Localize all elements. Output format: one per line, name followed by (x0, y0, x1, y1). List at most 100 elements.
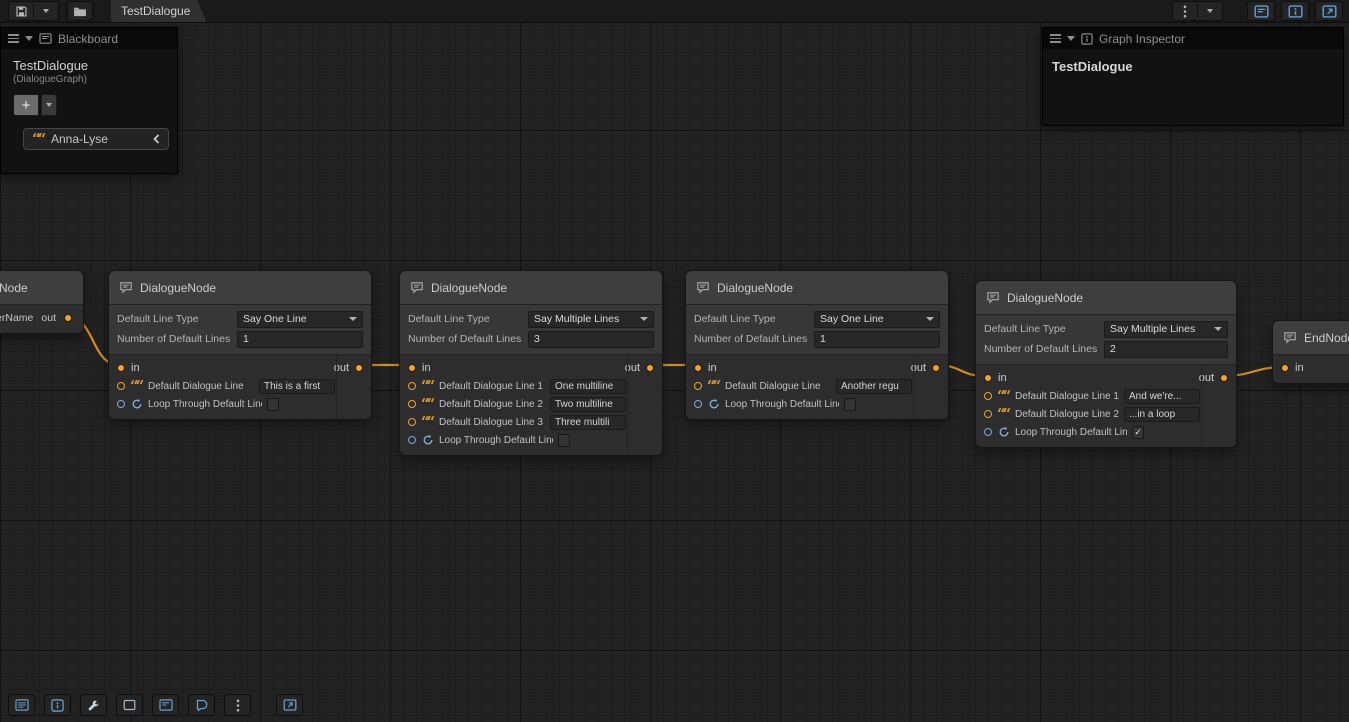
count-input[interactable]: 1 (814, 331, 940, 348)
console-button[interactable] (8, 694, 35, 716)
graph-tab[interactable]: TestDialogue (111, 0, 206, 22)
count-input[interactable]: 2 (1104, 341, 1228, 358)
out-port[interactable] (646, 364, 654, 372)
blackboard-toggle-button[interactable] (1247, 1, 1275, 21)
side-panel-icon (283, 699, 297, 711)
in-port[interactable] (694, 364, 702, 372)
side-panel-button[interactable] (276, 694, 303, 716)
count-label: Number of Default Lines (984, 343, 1104, 355)
loop-port[interactable] (408, 436, 416, 444)
quote-icon (32, 135, 45, 143)
dialogue-button[interactable] (188, 694, 215, 716)
loop-checkbox[interactable] (558, 434, 570, 447)
dialogue-node-1[interactable]: DialogueNode Default Line Type Say One L… (108, 270, 372, 420)
blackboard-button[interactable] (152, 694, 179, 716)
out-port[interactable] (932, 364, 940, 372)
collapse-caret-icon[interactable] (1067, 36, 1075, 41)
graph-inspector-header[interactable]: Graph Inspector (1043, 28, 1343, 49)
out-port[interactable] (64, 314, 72, 322)
dialogue-line-label: Default Dialogue Line 1 (439, 381, 543, 392)
line-type-dropdown[interactable]: Say Multiple Lines (528, 311, 654, 328)
collapse-caret-icon[interactable] (25, 36, 33, 41)
overflow-dropdown-button[interactable] (1198, 3, 1222, 19)
node-properties: Default Line Type Say One Line Number of… (109, 305, 371, 355)
in-port[interactable] (408, 364, 416, 372)
loop-port[interactable] (117, 400, 125, 408)
end-node[interactable]: EndNode in (1272, 320, 1349, 384)
dialogue-line-input[interactable]: And we're... (1124, 389, 1200, 404)
node-title-bar[interactable]: EndNode (1273, 321, 1349, 355)
dialogue-line-input[interactable]: This is a first (259, 379, 335, 394)
loop-icon (997, 426, 1010, 438)
more-button[interactable] (224, 694, 251, 716)
inspector-toggle-button[interactable] (1281, 1, 1309, 21)
dialogue-node-2[interactable]: DialogueNode Default Line Type Say Multi… (399, 270, 663, 456)
save-button[interactable] (9, 3, 33, 19)
loop-checkbox[interactable]: ✓ (1132, 426, 1144, 439)
loop-checkbox[interactable] (267, 398, 279, 411)
loop-label: Loop Through Default Lines? (725, 399, 839, 410)
dialogue-line-input[interactable]: Two multiline (550, 397, 626, 412)
dialogue-node-4[interactable]: DialogueNode Default Line Type Say Multi… (975, 280, 1237, 448)
save-dropdown-button[interactable] (34, 3, 58, 19)
frame-button[interactable] (116, 694, 143, 716)
info-icon (1081, 33, 1093, 45)
node-title-label: Node (0, 281, 28, 295)
node-title-bar[interactable]: DialogueNode (976, 281, 1236, 315)
dialogue-line-input[interactable]: ...in a loop (1124, 407, 1200, 422)
dialogue-line-label: Default Dialogue Line (725, 381, 821, 392)
info-button[interactable] (44, 694, 71, 716)
blackboard-property-anna-lyse[interactable]: Anna-Lyse (23, 128, 169, 150)
expand-panel-button[interactable] (1315, 1, 1343, 21)
panel-menu-icon[interactable] (8, 34, 19, 43)
graph-tab-label: TestDialogue (121, 4, 190, 18)
line-type-value: Say One Line (243, 313, 307, 325)
loop-port[interactable] (694, 400, 702, 408)
dialogue-line-input[interactable]: Another regu (836, 379, 912, 394)
settings-button[interactable] (80, 694, 107, 716)
overflow-menu-button[interactable] (1173, 3, 1197, 19)
checkmark: ✓ (1134, 428, 1142, 437)
line-type-dropdown[interactable]: Say One Line (237, 311, 363, 328)
dropdown-caret-icon (1214, 327, 1222, 331)
in-port[interactable] (1281, 364, 1289, 372)
count-input[interactable]: 1 (237, 331, 363, 348)
dialogue-line-input[interactable]: One multiline (550, 379, 626, 394)
in-port[interactable] (117, 364, 125, 372)
blackboard-icon (39, 33, 52, 44)
add-property-button[interactable]: + (13, 94, 39, 116)
line-type-dropdown[interactable]: Say Multiple Lines (1104, 321, 1228, 338)
dialogue-line-port[interactable] (408, 382, 416, 390)
frame-icon (123, 699, 136, 711)
end-node-icon (1283, 331, 1297, 344)
panel-menu-icon[interactable] (1050, 34, 1061, 43)
start-node[interactable]: Node kerName out (0, 270, 84, 334)
in-port[interactable] (984, 374, 992, 382)
blackboard-header[interactable]: Blackboard (1, 28, 177, 49)
out-port[interactable] (355, 364, 363, 372)
chevron-left-icon[interactable] (153, 134, 160, 144)
node-title-bar[interactable]: Node (0, 271, 83, 305)
loop-checkbox[interactable] (844, 398, 856, 411)
line-type-dropdown[interactable]: Say One Line (814, 311, 940, 328)
loop-icon (130, 398, 143, 410)
node-title-bar[interactable]: DialogueNode (109, 271, 371, 305)
dialogue-node-3[interactable]: DialogueNode Default Line Type Say One L… (685, 270, 949, 420)
dialogue-line-port[interactable] (694, 382, 702, 390)
out-port[interactable] (1220, 374, 1228, 382)
node-title-bar[interactable]: DialogueNode (686, 271, 948, 305)
dropdown-caret-icon (46, 103, 52, 107)
count-value: 3 (534, 333, 540, 345)
open-asset-button[interactable] (68, 3, 92, 19)
dialogue-line-port[interactable] (117, 382, 125, 390)
dialogue-line-port[interactable] (984, 392, 992, 400)
add-property-dropdown-button[interactable] (41, 94, 57, 116)
dialogue-line-port[interactable] (408, 400, 416, 408)
line-type-label: Default Line Type (984, 323, 1104, 335)
node-title-bar[interactable]: DialogueNode (400, 271, 662, 305)
dialogue-line-input[interactable]: Three multili (550, 415, 626, 430)
count-input[interactable]: 3 (528, 331, 654, 348)
loop-port[interactable] (984, 428, 992, 436)
dialogue-line-port[interactable] (408, 418, 416, 426)
dialogue-line-port[interactable] (984, 410, 992, 418)
